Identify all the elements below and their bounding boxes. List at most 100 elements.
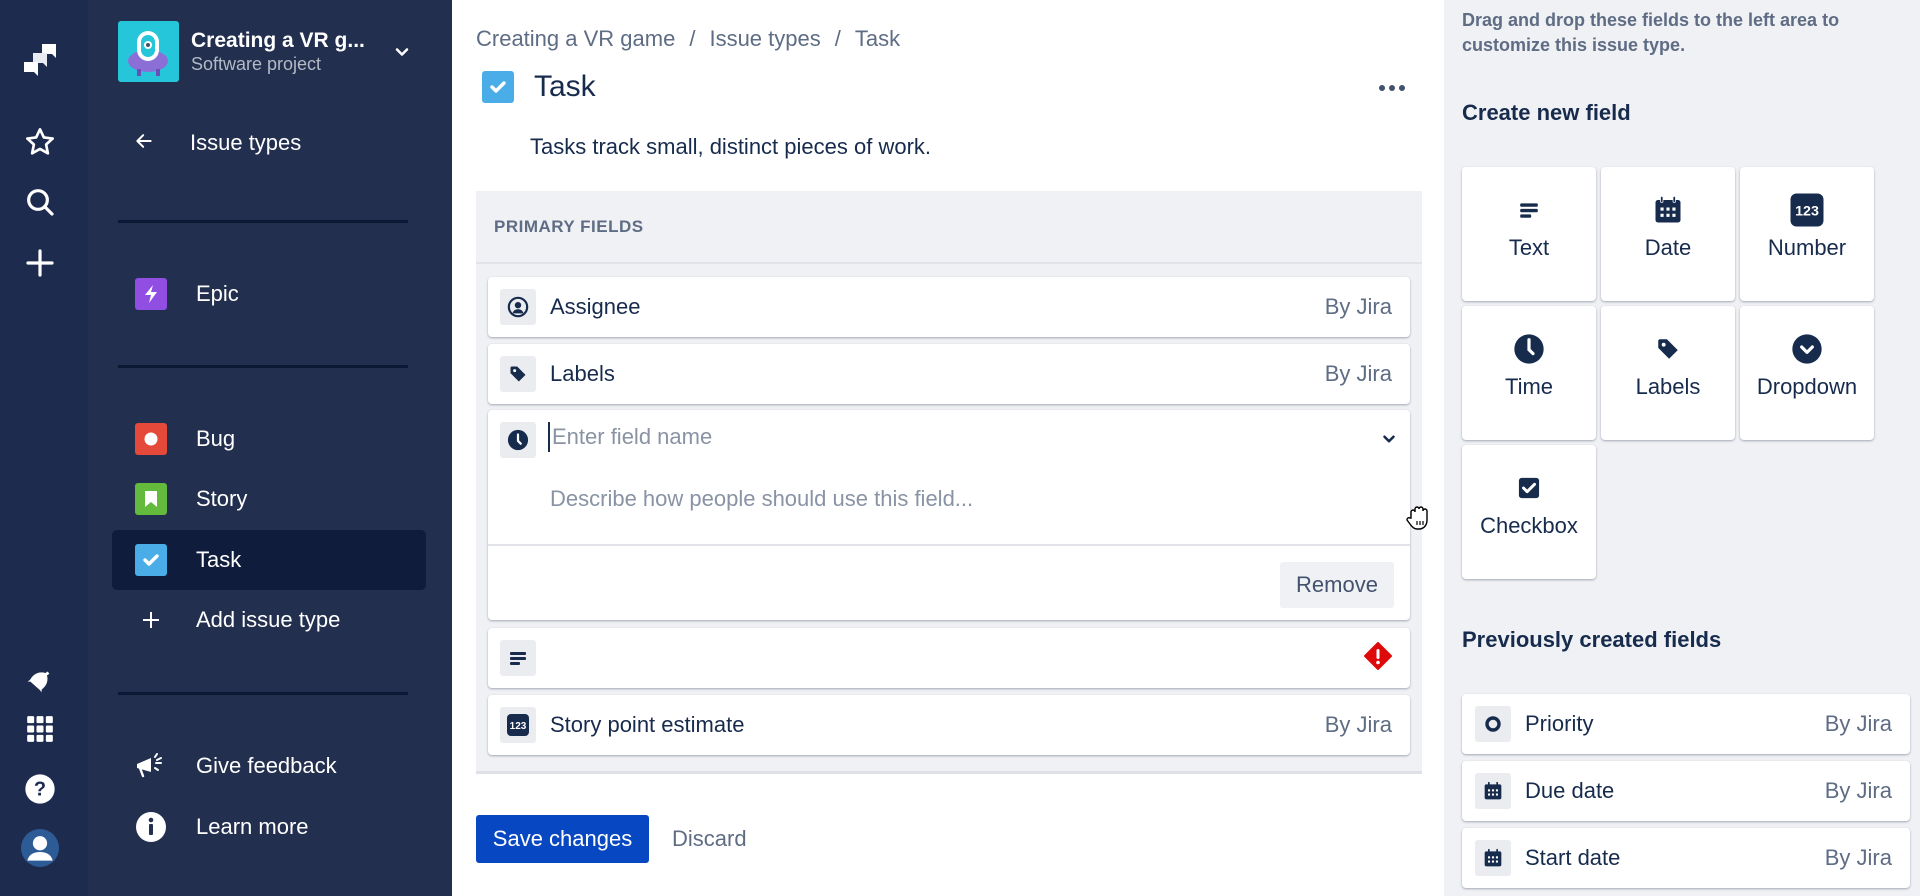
tile-checkbox[interactable]: Checkbox (1462, 445, 1596, 579)
breadcrumb: Creating a VR game / Issue types / Task (476, 26, 900, 52)
sidebar-item-label: Bug (196, 426, 236, 451)
project-avatar (118, 21, 179, 82)
priority-icon (1475, 706, 1511, 742)
field-assignee[interactable]: Assignee By Jira (488, 277, 1410, 337)
field-label: Story point estimate (550, 712, 745, 737)
tile-label: Checkbox (1480, 513, 1578, 538)
issue-type-description[interactable]: Tasks track small, distinct pieces of wo… (530, 134, 931, 160)
project-name: Creating a VR g... (191, 28, 365, 52)
field-label: Assignee (550, 294, 641, 319)
dot (1399, 85, 1405, 91)
discard-button[interactable]: Discard (672, 815, 747, 863)
add-issue-type-label: Add issue type (196, 607, 341, 632)
primary-fields-panel: PRIMARY FIELDS Assignee By Jira Labels B… (476, 191, 1428, 774)
global-nav-rail: ? (0, 0, 88, 896)
grab-cursor-icon (1406, 504, 1432, 537)
field-source: By Jira (1324, 361, 1392, 386)
add-issue-type-button[interactable]: Add issue type (112, 590, 426, 650)
field-labels[interactable]: Labels By Jira (488, 344, 1410, 404)
help-icon[interactable]: ? (20, 769, 60, 809)
calendar-icon (1653, 193, 1683, 227)
field-story-point-estimate[interactable]: 123 Story point estimate By Jira (488, 695, 1410, 755)
field-source: By Jira (1324, 712, 1392, 737)
divider (118, 692, 408, 695)
breadcrumb-separator: / (834, 26, 841, 51)
svg-text:123: 123 (510, 721, 527, 732)
clock-icon (500, 422, 536, 458)
project-header[interactable]: Creating a VR g... Software project (118, 21, 365, 82)
field-label: Priority (1525, 711, 1594, 736)
apps-grid-icon[interactable] (20, 709, 60, 749)
field-priority[interactable]: Priority By Jira (1462, 694, 1910, 754)
field-source: By Jira (1824, 711, 1892, 736)
dropdown-icon (1791, 332, 1823, 366)
back-label: Issue types (190, 130, 302, 155)
label-icon (1655, 332, 1681, 366)
user-avatar-icon[interactable] (20, 828, 60, 868)
number-icon: 123 (500, 707, 536, 743)
checkbox-icon (1518, 471, 1540, 505)
jira-logo-icon[interactable] (18, 38, 62, 82)
field-start-date[interactable]: Start date By Jira (1462, 828, 1910, 888)
field-due-date[interactable]: Due date By Jira (1462, 761, 1910, 821)
clock-icon (1513, 332, 1545, 366)
error-icon (1364, 641, 1392, 675)
label-icon (500, 356, 536, 392)
tile-dropdown[interactable]: Dropdown (1740, 306, 1874, 440)
tile-date[interactable]: Date (1601, 167, 1735, 301)
project-type: Software project (191, 53, 322, 74)
give-feedback-link[interactable]: Give feedback (112, 736, 426, 796)
sidebar-item-label: Story (196, 486, 248, 511)
divider (118, 220, 408, 223)
epic-icon (135, 278, 167, 310)
arrow-left-icon (134, 131, 154, 156)
sidebar-item-epic[interactable]: Epic (112, 264, 426, 324)
star-icon[interactable] (20, 122, 60, 162)
task-icon (482, 71, 514, 103)
field-source: By Jira (1824, 845, 1892, 870)
assignee-icon (500, 289, 536, 325)
plus-icon[interactable] (20, 243, 60, 283)
svg-text:?: ? (34, 779, 46, 801)
learn-more-link[interactable]: Learn more (112, 797, 426, 857)
tile-text[interactable]: Text (1462, 167, 1596, 301)
tile-number[interactable]: 123 Number (1740, 167, 1874, 301)
chevron-down-icon[interactable] (1380, 430, 1398, 453)
back-to-issue-types[interactable]: Issue types (134, 130, 301, 156)
page-title[interactable]: Task (534, 70, 596, 104)
field-palette: Drag and drop these fields to the left a… (1444, 0, 1920, 896)
notification-icon[interactable] (20, 660, 60, 700)
tile-label: Dropdown (1756, 374, 1858, 399)
breadcrumb-issue-types[interactable]: Issue types (709, 26, 820, 52)
dot (1379, 85, 1385, 91)
sidebar-item-bug[interactable]: Bug (112, 409, 426, 469)
sidebar-item-story[interactable]: Story (112, 469, 426, 529)
field-untitled-text[interactable] (488, 628, 1410, 688)
field-description-input[interactable] (550, 484, 1330, 514)
previously-created-heading: Previously created fields (1462, 627, 1722, 652)
search-icon[interactable] (20, 182, 60, 222)
field-label: Labels (550, 361, 615, 386)
tile-labels[interactable]: Labels (1601, 306, 1735, 440)
tile-time[interactable]: Time (1462, 306, 1596, 440)
info-icon (135, 811, 167, 843)
field-name-input[interactable] (548, 422, 1328, 452)
breadcrumb-current[interactable]: Task (855, 26, 900, 52)
dot (1389, 85, 1395, 91)
calendar-icon (1475, 840, 1511, 876)
create-new-field-heading: Create new field (1462, 100, 1631, 125)
divider (476, 771, 1422, 774)
palette-hint: Drag and drop these fields to the left a… (1462, 10, 1840, 55)
give-feedback-label: Give feedback (196, 753, 337, 778)
more-actions-button[interactable] (1372, 76, 1412, 100)
save-changes-button[interactable]: Save changes (476, 815, 649, 863)
learn-more-label: Learn more (196, 814, 309, 839)
plus-icon (135, 604, 167, 636)
primary-fields-heading: PRIMARY FIELDS (476, 191, 1422, 264)
divider (118, 365, 408, 368)
project-sidebar: Creating a VR g... Software project Issu… (88, 0, 452, 896)
remove-field-button[interactable]: Remove (1280, 562, 1394, 608)
chevron-down-icon[interactable] (392, 42, 412, 67)
breadcrumb-project[interactable]: Creating a VR game (476, 26, 675, 52)
sidebar-item-task[interactable]: Task (112, 530, 426, 590)
